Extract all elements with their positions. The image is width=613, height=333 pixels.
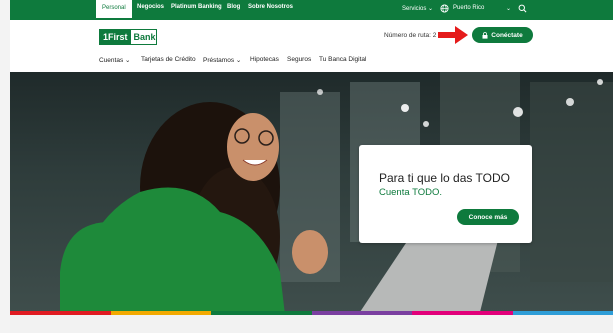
promo-subtitle: Cuenta TODO. xyxy=(379,187,443,198)
red-arrow-icon xyxy=(438,26,468,44)
nav-item-seguros[interactable]: Seguros xyxy=(287,56,311,63)
region-label: Puerto Rico xyxy=(453,5,485,11)
main-nav: Cuentas ⌄ Tarjetas de Crédito Préstamos … xyxy=(10,52,613,72)
nav-item-banca-digital[interactable]: Tu Banca Digital xyxy=(319,56,366,63)
firstbank-logo[interactable]: 1First Bank xyxy=(99,29,157,45)
connect-button[interactable]: Conéctate xyxy=(472,27,533,43)
logo-text-bank: Bank xyxy=(133,32,156,42)
promo-card: Para ti que lo das TODO Cuenta TODO. Con… xyxy=(359,145,532,243)
nav-item-label: Cuentas xyxy=(99,57,124,64)
globe-icon xyxy=(440,4,449,13)
chevron-down-icon[interactable]: ⌄ xyxy=(506,5,511,12)
tab-blog[interactable]: Blog xyxy=(227,4,240,10)
learn-more-button[interactable]: Conoce más xyxy=(457,209,519,225)
routing-number: Número de ruta: 2 xyxy=(384,32,437,39)
promo-title: Para ti que lo das TODO xyxy=(379,171,510,185)
connect-button-label: Conéctate xyxy=(491,31,523,39)
region-selector[interactable]: Puerto Rico xyxy=(453,5,484,11)
tab-personal[interactable]: Personal xyxy=(96,0,132,18)
nav-item-hipotecas[interactable]: Hipotecas xyxy=(250,56,279,63)
tab-platinum-banking[interactable]: Platinum Banking xyxy=(171,4,222,10)
nav-item-cuentas[interactable]: Cuentas ⌄ xyxy=(99,56,130,64)
nav-item-tarjetas[interactable]: Tarjetas de Crédito xyxy=(141,56,196,63)
chevron-down-icon: ⌄ xyxy=(428,6,434,12)
chevron-down-icon: ⌄ xyxy=(235,57,242,64)
nav-item-label: Préstamos xyxy=(203,57,235,64)
tab-sobre-nosotros[interactable]: Sobre Nosotros xyxy=(248,4,293,10)
below-hero-section xyxy=(10,315,613,333)
search-icon[interactable] xyxy=(518,4,527,13)
nav-item-prestamos[interactable]: Préstamos ⌄ xyxy=(203,56,241,64)
services-menu[interactable]: Servicios ⌄ xyxy=(402,5,433,12)
hero-banner: Para ti que lo das TODO Cuenta TODO. Con… xyxy=(10,72,613,315)
main-header: 1First Bank Número de ruta: 2 Conéctate xyxy=(10,20,613,52)
top-bar: Personal Negocios Platinum Banking Blog … xyxy=(10,0,613,20)
page-frame: Personal Negocios Platinum Banking Blog … xyxy=(10,0,613,333)
services-label: Servicios xyxy=(402,6,427,12)
tab-negocios[interactable]: Negocios xyxy=(137,4,164,10)
lock-icon xyxy=(482,31,488,39)
logo-text-first: 1First xyxy=(100,30,131,44)
chevron-down-icon: ⌄ xyxy=(125,57,131,64)
